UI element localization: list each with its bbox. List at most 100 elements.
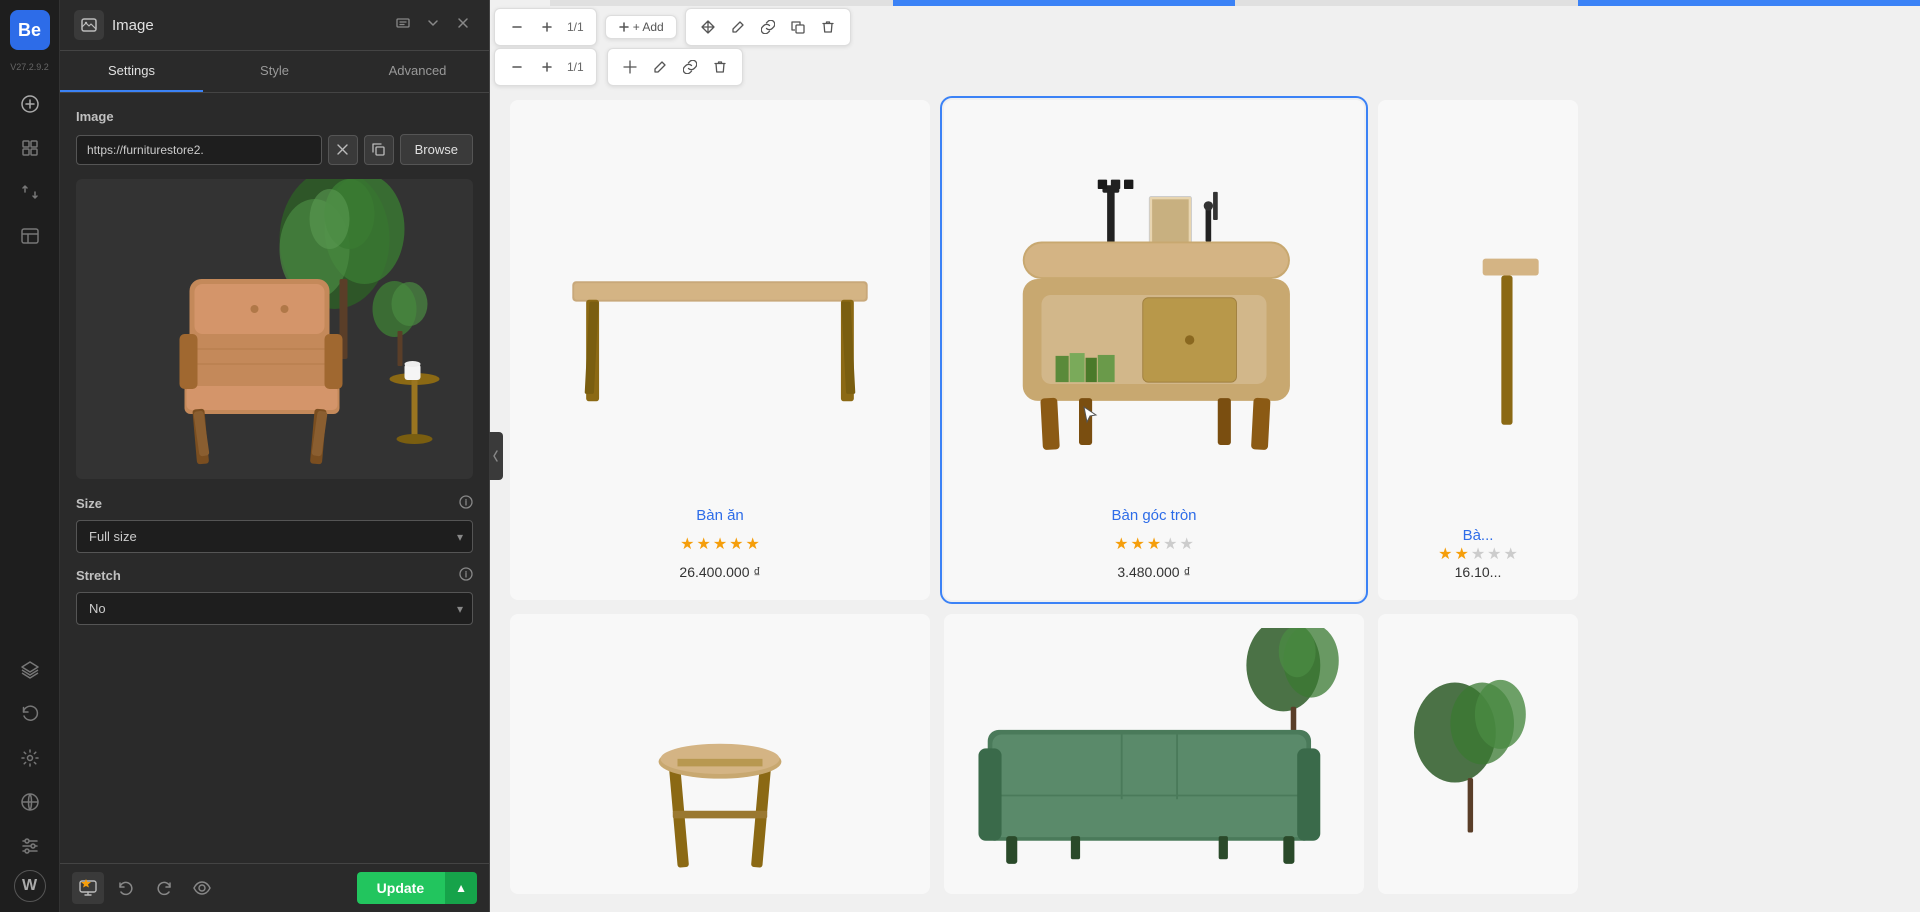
- star2-2: ★: [1130, 534, 1144, 554]
- product-card-1[interactable]: Bàn ăn ★ ★ ★ ★ ★ 26.400.000 ₫: [510, 100, 930, 600]
- sidebar-icon-widget[interactable]: [10, 128, 50, 168]
- star-2: ★: [696, 534, 710, 554]
- stretch-label: Stretch: [76, 568, 121, 583]
- update-button[interactable]: Update: [357, 872, 444, 904]
- size-label: Size: [76, 496, 102, 511]
- preview-button[interactable]: [186, 872, 218, 904]
- sel-edit-button[interactable]: [646, 53, 674, 81]
- star-1: ★: [680, 534, 694, 554]
- version-text: V27.2.9.2: [10, 62, 49, 72]
- tab-settings[interactable]: Settings: [60, 51, 203, 92]
- sidebar-icon-layers[interactable]: [10, 650, 50, 690]
- copy-url-button[interactable]: [364, 135, 394, 165]
- product-card-5[interactable]: [944, 614, 1364, 894]
- update-dropdown-button[interactable]: ▲: [444, 872, 477, 904]
- size-info-icon[interactable]: [459, 495, 473, 512]
- zoom-controls: 1/1: [494, 8, 597, 46]
- product-2-name: Bàn góc tròn: [1111, 507, 1196, 524]
- sidebar-icon-globe[interactable]: [10, 782, 50, 822]
- canvas-toolbar-row2: 1/1: [490, 48, 747, 86]
- product-3-stars: ★ ★ ★ ★ ★: [1438, 544, 1518, 564]
- size-select-wrapper: Full size Large Medium Thumbnail ▾: [76, 520, 473, 553]
- url-input[interactable]: [76, 135, 322, 165]
- sidebar-icon-wp[interactable]: W: [14, 870, 46, 902]
- panel-title: Image: [112, 17, 383, 34]
- product-image-2: [960, 120, 1348, 497]
- product-1-price: 26.400.000 ₫: [679, 564, 760, 580]
- sidebar-icon-settings[interactable]: [10, 738, 50, 778]
- update-btn-wrapper: Update ▲: [357, 872, 477, 904]
- sidebar-icon-preferences[interactable]: [10, 826, 50, 866]
- browse-button[interactable]: Browse: [400, 134, 473, 165]
- sidebar-icon-add[interactable]: [10, 84, 50, 124]
- star-5: ★: [746, 534, 760, 554]
- image-section-label: Image: [76, 109, 473, 124]
- redo-button[interactable]: [148, 872, 180, 904]
- clear-url-button[interactable]: [328, 135, 358, 165]
- zoom-out-button[interactable]: [503, 13, 531, 41]
- sel-link-button[interactable]: [676, 53, 704, 81]
- star2-5: ★: [1180, 534, 1194, 554]
- stretch-select-wrapper: No Yes ▾: [76, 592, 473, 625]
- collapse-panel-handle[interactable]: [489, 432, 503, 480]
- sidebar-icon-layout[interactable]: [10, 216, 50, 256]
- tab-style[interactable]: Style: [203, 51, 346, 92]
- stretch-row: Stretch: [76, 567, 473, 584]
- url-row: Browse: [76, 134, 473, 165]
- app-sidebar: Be V27.2.9.2 W: [0, 0, 60, 912]
- product-image-3: [1394, 120, 1562, 527]
- product-3-price: 16.10...: [1455, 564, 1502, 580]
- stretch-info-icon[interactable]: [459, 567, 473, 584]
- product-card-4[interactable]: [510, 614, 930, 894]
- sel-delete-button[interactable]: [706, 53, 734, 81]
- selected-zoom-controls: 1/1: [494, 48, 597, 86]
- selected-element-tools: [607, 48, 743, 86]
- star2-4: ★: [1163, 534, 1177, 554]
- sel-zoom-out-button[interactable]: [503, 53, 531, 81]
- add-control: + Add: [605, 15, 677, 39]
- delete-tool-button[interactable]: [814, 13, 842, 41]
- sel-zoom-in-button[interactable]: [533, 53, 561, 81]
- page-indicator: 1/1: [563, 20, 588, 34]
- panel-dropdown-icon[interactable]: [421, 11, 445, 40]
- panel-close-icon[interactable]: [451, 11, 475, 40]
- tab-advanced[interactable]: Advanced: [346, 51, 489, 92]
- panel-icon: [74, 10, 104, 40]
- stretch-select[interactable]: No Yes: [76, 592, 473, 625]
- sidebar-icon-history[interactable]: [10, 694, 50, 734]
- link-tool-button[interactable]: [754, 13, 782, 41]
- panel-expand-icon[interactable]: [391, 11, 415, 40]
- panel-footer: Update ▲: [60, 863, 489, 912]
- product-2-price: 3.480.000 ₫: [1117, 564, 1190, 580]
- size-row: Size: [76, 495, 473, 512]
- panel-content: Image Browse: [60, 93, 489, 863]
- element-tools: [685, 8, 851, 46]
- panel-header: Image: [60, 0, 489, 51]
- sidebar-icon-sort[interactable]: [10, 172, 50, 212]
- size-select[interactable]: Full size Large Medium Thumbnail: [76, 520, 473, 553]
- main-canvas: 1/1 + Add: [490, 0, 1920, 912]
- move-tool-button[interactable]: [694, 13, 722, 41]
- app-logo[interactable]: Be: [10, 10, 50, 50]
- product-1-stars: ★ ★ ★ ★ ★: [680, 534, 760, 554]
- product-card-6[interactable]: [1378, 614, 1578, 894]
- sel-page-indicator: 1/1: [563, 60, 588, 74]
- star-4: ★: [729, 534, 743, 554]
- undo-button[interactable]: [110, 872, 142, 904]
- product-card-2[interactable]: Bàn góc tròn ★ ★ ★ ★ ★ 3.480.000 ₫: [944, 100, 1364, 600]
- star2-3: ★: [1147, 534, 1161, 554]
- product-card-3[interactable]: Bà... ★ ★ ★ ★ ★ 16.10...: [1378, 100, 1578, 600]
- desktop-device-icon[interactable]: [72, 872, 104, 904]
- zoom-in-button[interactable]: [533, 13, 561, 41]
- star-3: ★: [713, 534, 727, 554]
- image-preview: [76, 179, 473, 479]
- canvas-toolbar-row1: 1/1 + Add: [490, 0, 1920, 54]
- product-grid: Bàn ăn ★ ★ ★ ★ ★ 26.400.000 ₫: [490, 90, 1920, 912]
- add-element-button[interactable]: + Add: [614, 20, 668, 34]
- duplicate-tool-button[interactable]: [784, 13, 812, 41]
- edit-tool-button[interactable]: [724, 13, 752, 41]
- product-image-1: [526, 120, 914, 497]
- panel-tabs: Settings Style Advanced: [60, 51, 489, 93]
- sel-move-button[interactable]: [616, 53, 644, 81]
- star2-1: ★: [1114, 534, 1128, 554]
